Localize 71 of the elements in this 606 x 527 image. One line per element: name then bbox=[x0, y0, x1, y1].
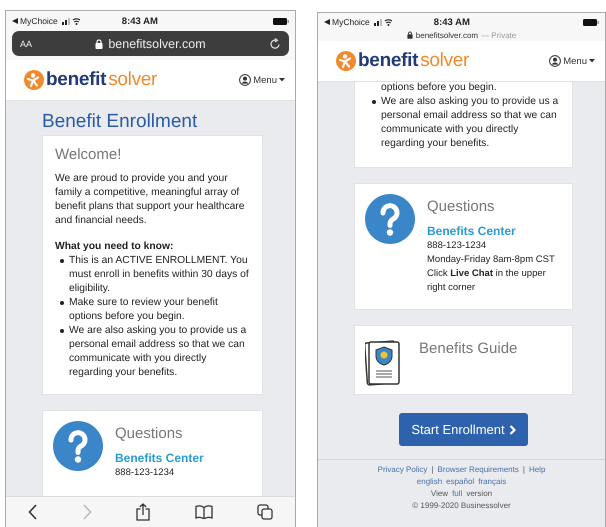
carrier-name: MyChoice bbox=[324, 17, 370, 27]
lock-icon bbox=[406, 31, 413, 39]
contact-line: Monday-Friday 8am-8pm CST bbox=[427, 253, 556, 267]
bullet-dot bbox=[60, 259, 64, 263]
carrier-name: MyChoice bbox=[12, 16, 58, 26]
url-text: benefitsolver.com bbox=[32, 36, 269, 50]
language-link[interactable]: français bbox=[478, 476, 506, 487]
guide-card[interactable]: Benefits Guide bbox=[354, 325, 573, 395]
tabs-icon[interactable] bbox=[256, 504, 273, 520]
card-title: Questions bbox=[115, 425, 184, 443]
chevron-right-icon bbox=[508, 424, 516, 434]
bullet-dot bbox=[60, 301, 64, 305]
question-icon bbox=[53, 421, 103, 471]
address-bar[interactable]: AA benefitsolver.com bbox=[12, 31, 289, 56]
footer-text: version bbox=[466, 488, 492, 499]
back-arrow-icon bbox=[12, 18, 18, 24]
benefits-center-link[interactable]: Benefits Center bbox=[427, 224, 560, 239]
bullet-text: Make sure to review your benefit options before you begin. bbox=[69, 296, 219, 324]
battery-icon bbox=[273, 18, 289, 24]
menu-button[interactable]: Menu bbox=[239, 74, 285, 86]
copyright-text: © 1999-2020 Businessolver bbox=[412, 500, 511, 511]
user-icon bbox=[239, 74, 252, 86]
user-icon bbox=[549, 55, 562, 67]
card-title: Welcome! bbox=[55, 146, 122, 164]
signal-icon bbox=[62, 17, 80, 25]
logo-figure-icon bbox=[336, 51, 356, 71]
link-separator: | bbox=[522, 464, 525, 475]
benefits-center-link[interactable]: Benefits Center bbox=[115, 451, 204, 466]
bullet-text: This is an ACTIVE ENROLLMENT. You must enroll in benefits within 30 days of eligibility. bbox=[69, 254, 250, 296]
footer-link[interactable]: Privacy Policy bbox=[378, 464, 428, 475]
text-size-button[interactable]: AA bbox=[20, 38, 32, 48]
footer-link[interactable]: Browser Requirements bbox=[437, 464, 519, 475]
bullet-text: We are also asking you to provide us a personal email address so that we can communicate with you directly regarding your benefits. bbox=[69, 324, 248, 380]
back-icon[interactable] bbox=[28, 504, 38, 520]
document-shield-icon bbox=[365, 340, 401, 386]
status-time: 8:43 AM bbox=[434, 16, 470, 28]
contact-line: 888-123-1234 bbox=[115, 466, 176, 480]
bullet-text: We are also asking you to provide us a personal email address so that we can communicate with you directly regarding your benefits. bbox=[381, 95, 560, 151]
footer-text: View bbox=[430, 488, 448, 499]
benefitsolver-logo[interactable]: benefitsolver bbox=[336, 50, 470, 72]
start-enrollment-button[interactable]: Start Enrollment bbox=[399, 413, 528, 446]
menu-button[interactable]: Menu bbox=[549, 55, 595, 67]
back-arrow-icon bbox=[324, 19, 330, 25]
caret-icon bbox=[279, 78, 285, 82]
card-title: Questions bbox=[427, 198, 496, 216]
language-link[interactable]: español bbox=[446, 476, 474, 487]
book-icon[interactable] bbox=[194, 505, 213, 519]
signal-icon bbox=[374, 18, 392, 26]
question-icon bbox=[365, 194, 415, 244]
bullet-dot bbox=[372, 100, 376, 104]
battery-icon bbox=[583, 18, 599, 26]
status-time: 8:43 AM bbox=[122, 16, 158, 26]
share-icon[interactable] bbox=[136, 503, 150, 521]
reload-icon[interactable] bbox=[269, 38, 281, 50]
caret-icon bbox=[589, 59, 595, 63]
benefitsolver-logo[interactable]: benefitsolver bbox=[24, 69, 158, 91]
full-version-link[interactable]: full bbox=[452, 488, 462, 499]
footer-link[interactable]: Help bbox=[528, 464, 546, 475]
url-text[interactable]: benefitsolver.com — Private bbox=[406, 29, 516, 41]
card-title: Benefits Guide bbox=[419, 340, 518, 358]
language-link[interactable]: english bbox=[416, 476, 442, 487]
contact-line: 888-123-1234 bbox=[427, 239, 488, 253]
link-separator: | bbox=[431, 464, 434, 475]
logo-figure-icon bbox=[24, 70, 44, 90]
page-title: Benefit Enrollment bbox=[42, 111, 198, 133]
welcome-paragraph: We are proud to provide you and your family a competitive, meaningful array of benefit plans that support your healthcare and financial needs. bbox=[55, 172, 246, 228]
subheading: What you need to know: bbox=[55, 240, 174, 254]
lock-icon bbox=[95, 38, 104, 48]
contact-line: Click Live Chat in the upper right corner bbox=[427, 267, 547, 295]
bullet-dot bbox=[60, 329, 64, 333]
bullet-text: options before you begin. bbox=[381, 82, 497, 95]
